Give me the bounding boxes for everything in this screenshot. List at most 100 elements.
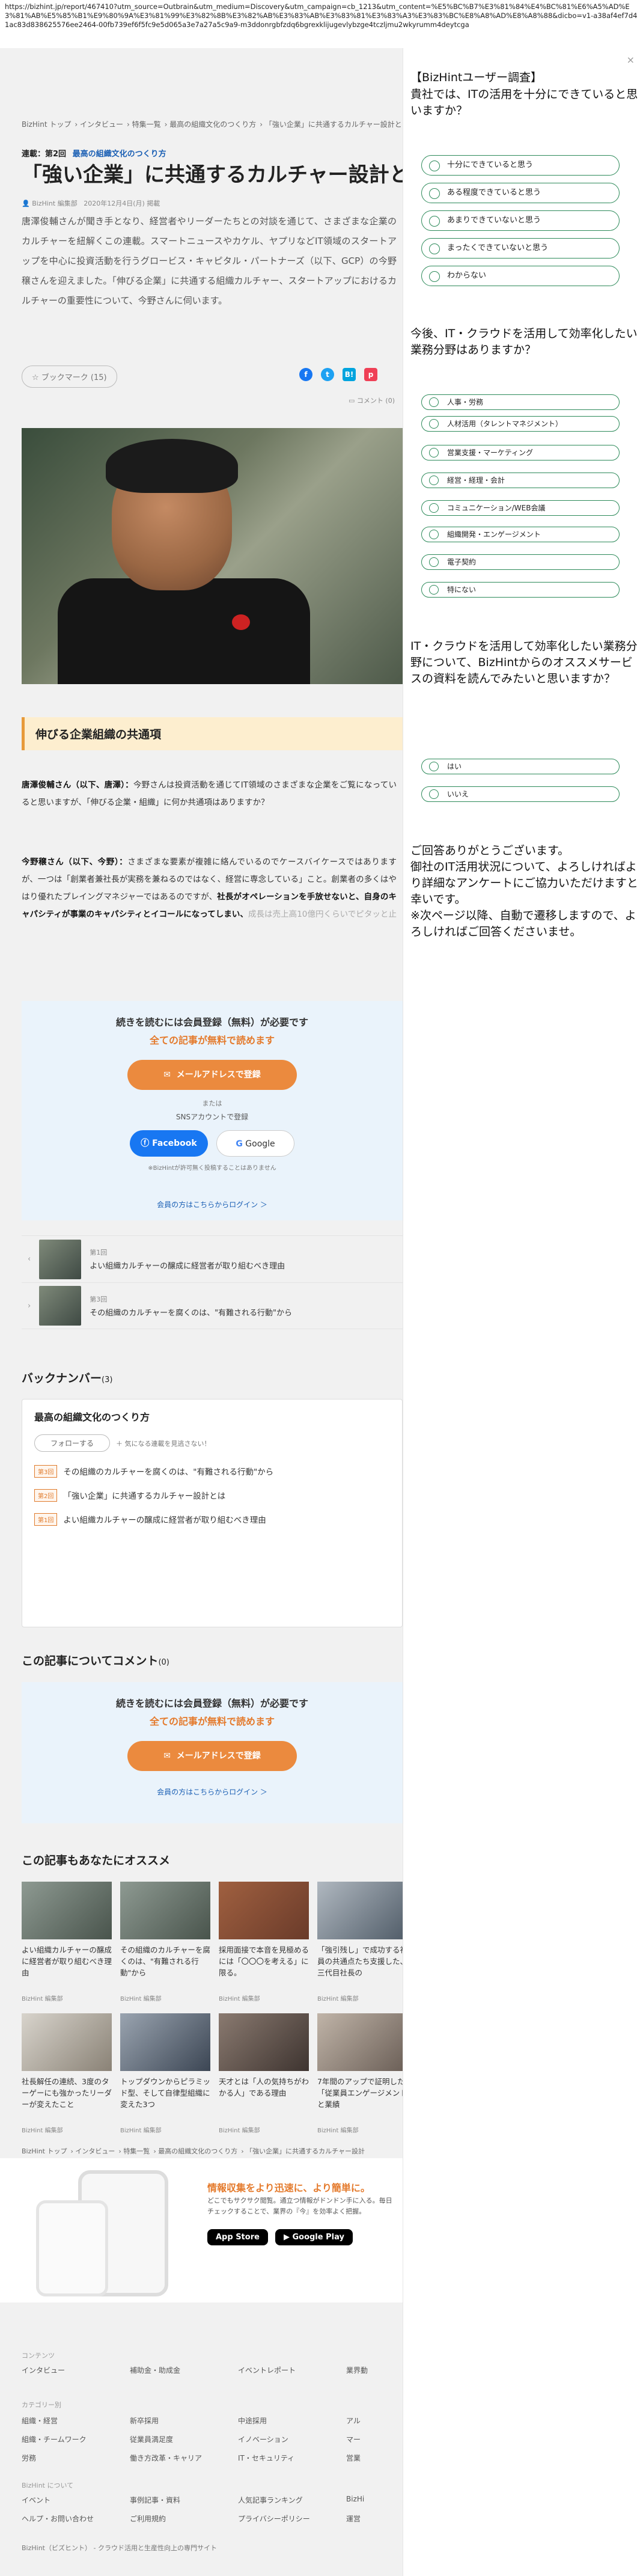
footer-link[interactable]: 従業員満足度: [130, 2434, 238, 2444]
series-link[interactable]: 最高の組織文化のつくり方: [73, 150, 166, 159]
pocket-icon[interactable]: p: [364, 368, 377, 381]
recommend-card[interactable]: よい組織カルチャーの醸成に経営者が取り組むべき理由 BizHint 編集部: [22, 1882, 112, 2002]
recommend-card[interactable]: その組織のカルチャーを腐くのは、"有難される行動"から BizHint 編集部: [120, 1882, 210, 2002]
store-buttons: App Store ▶ Google Play: [207, 2229, 353, 2245]
author-icon: 👤: [22, 200, 30, 207]
survey-thanks: ご回答ありがとうございます。 御社のIT活用状況について、よろしければより詳細な…: [410, 843, 639, 940]
app-banner-headline: 情報収集をより迅速に、より簡単に。: [207, 2182, 370, 2194]
footer-link[interactable]: 運営: [346, 2513, 403, 2524]
q1-option[interactable]: 十分にできていると思う: [421, 155, 620, 176]
facebook-icon[interactable]: f: [299, 368, 312, 381]
q2-option[interactable]: 営業支援・マーケティング: [421, 445, 620, 460]
breadcrumb-item[interactable]: 最高の組織文化のつくり方: [158, 2147, 237, 2155]
footer-link[interactable]: アル: [346, 2415, 403, 2426]
recommend-card[interactable]: 採用面接で本音を見極めるには「〇〇〇を考える」に限る。 BizHint 編集部: [219, 1882, 309, 2002]
follow-note: ＋ 気になる連載を見逃さない！: [116, 1439, 211, 1448]
address-bar-url[interactable]: https://bizhint.jp/report/467410?utm_sou…: [0, 0, 643, 48]
footer-link[interactable]: 中途採用: [238, 2415, 346, 2426]
survey-q3: IT・クラウドを活用して効率化したい業務分野について、BizHintからのオスス…: [410, 640, 638, 685]
breadcrumb-item[interactable]: 特集一覧: [132, 120, 161, 129]
footer-link[interactable]: 組織・チームワーク: [22, 2434, 130, 2444]
bookmark-button[interactable]: ☆ ブックマーク (15): [22, 366, 117, 388]
follow-button[interactable]: フォローする: [34, 1434, 111, 1452]
email-register-button[interactable]: ✉ メールアドレスで登録: [127, 1060, 297, 1090]
footer-link[interactable]: イベント: [22, 2495, 130, 2505]
breadcrumb-item[interactable]: インタビュー: [80, 120, 123, 129]
related-item[interactable]: › 第3回 その組織のカルチャーを腐くのは、"有難される行動"から: [22, 1282, 403, 1329]
footer-link[interactable]: IT・セキュリティ: [238, 2453, 346, 2463]
thanks-line2: 御社のIT活用状況について、よろしければより詳細なアンケートにご協力いただけます…: [410, 860, 638, 906]
bottom-breadcrumb: BizHint トップ › インタビュー › 特集一覧 › 最高の組織文化のつくり方 ›…: [22, 2147, 365, 2155]
recommend-card[interactable]: 社長解任の連続、3度のターゲーにも強かったリーダーが変えたこと BizHint 編…: [22, 2013, 112, 2134]
google-register-button[interactable]: G Google: [216, 1130, 294, 1157]
footer-link[interactable]: BizHi: [346, 2495, 403, 2505]
footer-link[interactable]: 働き方改革・キャリア: [130, 2453, 238, 2463]
comments-email-register-button[interactable]: ✉ メールアドレスで登録: [127, 1741, 297, 1771]
footer-link[interactable]: マー: [346, 2434, 403, 2444]
q2-option[interactable]: 組織開発・エンゲージメント: [421, 527, 620, 542]
backnumber-item[interactable]: 第1回 よい組織カルチャーの醸成に経営者が取り組むべき理由: [34, 1507, 390, 1531]
email-register-label: メールアドレスで登録: [176, 1070, 261, 1080]
backnumber-item[interactable]: 第2回 「強い企業」に共通するカルチャー設計とは: [34, 1483, 390, 1507]
footer-link[interactable]: 補助金・助成金: [130, 2365, 238, 2375]
recommend-card[interactable]: 天才とは「人の気持ちがわかる人」である理由 BizHint 編集部: [219, 2013, 309, 2134]
backnumber-item[interactable]: 第3回 その組織のカルチャーを腐くのは、"有難される行動"から: [34, 1459, 390, 1483]
q2-option[interactable]: 経営・経理・会計: [421, 473, 620, 488]
footer-link[interactable]: イノベーション: [238, 2434, 346, 2444]
footer-copyright: BizHint（ビズヒント） - クラウド活用と生産性向上の専門サイト: [22, 2544, 217, 2552]
recommend-card[interactable]: トップダウンからピラミッド型、そして自律型組織に変えた3つ BizHint 編集部: [120, 2013, 210, 2134]
login-link[interactable]: 会員の方はこちらからログイン ＞: [22, 1199, 403, 1210]
footer-link[interactable]: 営業: [346, 2453, 403, 2463]
related-item[interactable]: ‹ 第1回 よい組織カルチャーの醸成に経営者が取り組むべき理由: [22, 1235, 403, 1282]
comments-login-link[interactable]: 会員の方はこちらからログイン ＞: [22, 1787, 403, 1797]
facebook-label: Facebook: [152, 1139, 197, 1148]
app-banner-sub: どこでもサクサク閲覧。通立つ情報がドンドン手に入る。毎日チェックすることで、業界…: [207, 2197, 392, 2215]
q1-option[interactable]: あまりできていないと思う: [421, 210, 620, 231]
hatena-icon[interactable]: B!: [343, 368, 356, 381]
comment-count[interactable]: ▭ コメント (0): [349, 396, 395, 405]
q2-option[interactable]: 人材活用（タレントマネジメント）: [421, 416, 620, 432]
recommend-by: BizHint 編集部: [317, 2128, 359, 2134]
footer-link[interactable]: イベントレポート: [238, 2365, 346, 2375]
footer-link[interactable]: プライバシーポリシー: [238, 2513, 346, 2524]
footer-link[interactable]: 業界動: [346, 2365, 403, 2375]
facebook-register-button[interactable]: ⓕ Facebook: [130, 1130, 208, 1157]
breadcrumb-item[interactable]: BizHint トップ: [22, 2147, 67, 2155]
footer-link[interactable]: 事例記事・資料: [130, 2495, 238, 2505]
close-icon[interactable]: ×: [627, 54, 635, 66]
footer: コンテンツ インタビュー 補助金・助成金 イベントレポート 業界動 カテゴリー別…: [0, 2302, 403, 2576]
q2-option[interactable]: 電子契約: [421, 554, 620, 570]
footer-link[interactable]: ご利用規約: [130, 2513, 238, 2524]
footer-link[interactable]: 労務: [22, 2453, 130, 2463]
twitter-icon[interactable]: t: [321, 368, 334, 381]
q3-option[interactable]: はい: [421, 759, 620, 774]
footer-link[interactable]: インタビュー: [22, 2365, 130, 2375]
footer-link[interactable]: 新卒採用: [130, 2415, 238, 2426]
breadcrumb-item[interactable]: 特集一覧: [123, 2147, 150, 2155]
footer-link[interactable]: ヘルプ・お問い合わせ: [22, 2513, 130, 2524]
q2-option[interactable]: コミュニケーション/WEB会議: [421, 500, 620, 516]
episode-tag: 第1回: [34, 1513, 58, 1526]
q1-option[interactable]: わからない: [421, 266, 620, 286]
footer-link[interactable]: 人気記事ランキング: [238, 2495, 346, 2505]
footer-link[interactable]: 組織・経営: [22, 2415, 130, 2426]
q1-option[interactable]: まったくできていないと思う: [421, 238, 620, 259]
q1-option[interactable]: ある程度できていると思う: [421, 183, 620, 203]
breadcrumb-item[interactable]: 最高の組織文化のつくり方: [169, 120, 256, 129]
breadcrumb-item[interactable]: インタビュー: [75, 2147, 115, 2155]
q3-option[interactable]: いいえ: [421, 786, 620, 802]
recommend-heading: この記事もあなたにオススメ: [22, 1854, 171, 1867]
google-play-button[interactable]: ▶ Google Play: [275, 2229, 353, 2245]
backnumber-heading: バックナンバー(3): [22, 1369, 112, 1386]
episode-tag: 第3回: [34, 1464, 58, 1478]
photo-hair: [106, 439, 238, 493]
author-name[interactable]: BizHint 編集部: [32, 200, 78, 207]
recommend-card[interactable]: 「強引残し」で成功する社員の共通点たち支援した、三代目社長の BizHint 編集…: [317, 1882, 403, 2002]
or-label: または: [202, 1100, 222, 1107]
q2-option[interactable]: 人事・労務: [421, 394, 620, 410]
breadcrumb-item[interactable]: BizHint トップ: [22, 120, 71, 129]
recommend-card[interactable]: 7年間のアップで証明した「従業員エンゲージメントと業績 BizHint 編集部: [317, 2013, 403, 2134]
backnumber-series-name[interactable]: 最高の組織文化のつくり方: [34, 1409, 390, 1424]
q2-option[interactable]: 特にない: [421, 582, 620, 598]
app-store-button[interactable]: App Store: [207, 2229, 268, 2245]
